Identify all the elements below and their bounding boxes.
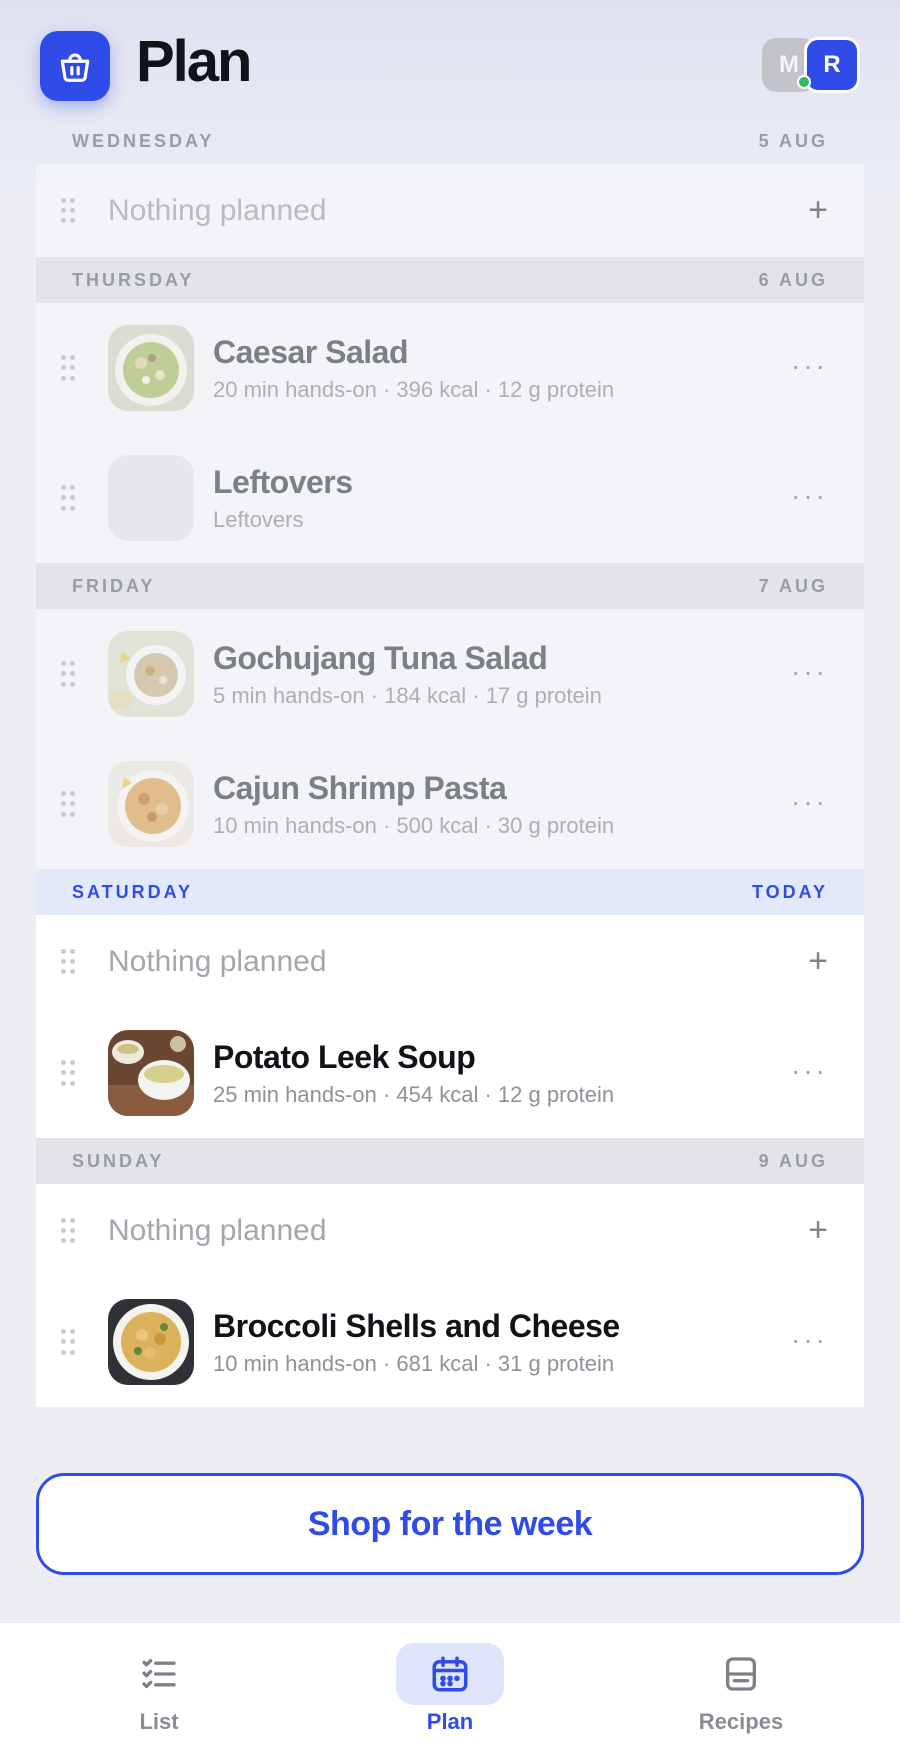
checklist-icon [142, 1659, 176, 1689]
nav-icon-wrap [396, 1643, 504, 1705]
meal-details: 5 min hands-on · 184 kcal · 17 g protein [213, 682, 602, 708]
day-header-friday: FRIDAY 7 AUG [36, 563, 864, 609]
day-name: WEDNESDAY [72, 130, 215, 151]
add-meal-icon[interactable]: + [808, 1211, 828, 1250]
day-body-wednesday: Nothing planned + [36, 164, 864, 257]
day-body-thursday: Caesar Salad 20 min hands-on · 396 kcal … [36, 303, 864, 563]
drag-handle-icon[interactable] [61, 485, 75, 511]
more-options-icon[interactable]: ··· [791, 1326, 828, 1354]
drag-handle-icon[interactable] [61, 1217, 75, 1244]
calendar-icon [432, 1656, 468, 1692]
nav-label-list: List [139, 1709, 179, 1734]
avatar-r[interactable]: R [804, 37, 860, 93]
day-date: 7 AUG [758, 575, 828, 596]
drag-handle-icon[interactable] [61, 1060, 75, 1086]
recipe-card-icon [726, 1657, 756, 1691]
day-header-wednesday: WEDNESDAY 5 AUG [36, 118, 864, 164]
meal-details: 10 min hands-on · 681 kcal · 31 g protei… [213, 1350, 615, 1376]
caesar-salad-image [108, 325, 194, 411]
bottom-navigation: List Plan Recipes [0, 1622, 900, 1743]
empty-slot-text: Nothing planned [108, 944, 327, 978]
meal-text: Leftovers Leftovers [213, 464, 353, 533]
shop-for-the-week-button[interactable]: Shop for the week [36, 1473, 864, 1575]
day-body-sunday: Nothing planned + Broccoli Shells and Ch… [36, 1184, 864, 1407]
day-header-sunday: SUNDAY 9 AUG [36, 1138, 864, 1184]
nav-label-plan: Plan [426, 1709, 474, 1734]
empty-slot[interactable]: Nothing planned + [36, 1184, 864, 1277]
nav-tab-plan[interactable]: Plan [375, 1643, 525, 1739]
day-date: 5 AUG [758, 130, 828, 151]
meal-row-cajun-shrimp-pasta[interactable]: Cajun Shrimp Pasta 10 min hands-on · 500… [36, 739, 864, 869]
drag-handle-icon[interactable] [61, 661, 75, 687]
nav-tab-recipes[interactable]: Recipes [666, 1643, 816, 1739]
header: Plan M R [0, 0, 900, 130]
meal-row-broccoli-shells-and-cheese[interactable]: Broccoli Shells and Cheese 10 min hands-… [36, 1277, 864, 1407]
drag-handle-icon[interactable] [61, 197, 75, 224]
nav-tab-list[interactable]: List [84, 1643, 234, 1739]
meal-text: Gochujang Tuna Salad 5 min hands-on · 18… [213, 640, 602, 709]
day-name: SUNDAY [72, 1150, 165, 1171]
meal-text: Potato Leek Soup 25 min hands-on · 454 k… [213, 1039, 614, 1108]
day-date: 9 AUG [758, 1150, 828, 1171]
meal-text: Caesar Salad 20 min hands-on · 396 kcal … [213, 334, 614, 403]
tuna-salad-image [108, 631, 194, 717]
more-options-icon[interactable]: ··· [791, 352, 828, 380]
meal-title: Caesar Salad [213, 333, 409, 370]
meal-title: Broccoli Shells and Cheese [213, 1307, 620, 1344]
potato-leek-soup-image [108, 1030, 194, 1116]
meal-row-caesar-salad[interactable]: Caesar Salad 20 min hands-on · 396 kcal … [36, 303, 864, 433]
day-name: SATURDAY [72, 881, 194, 902]
day-body-friday: Gochujang Tuna Salad 5 min hands-on · 18… [36, 609, 864, 869]
day-header-saturday: SATURDAY TODAY [36, 869, 864, 915]
drag-handle-icon[interactable] [61, 1329, 75, 1355]
page-title: Plan [136, 29, 252, 94]
meal-details: 20 min hands-on · 396 kcal · 12 g protei… [213, 376, 615, 402]
more-options-icon[interactable]: ··· [791, 1057, 828, 1085]
meal-details: 25 min hands-on · 454 kcal · 12 g protei… [213, 1081, 615, 1107]
more-options-icon[interactable]: ··· [791, 658, 828, 686]
empty-slot[interactable]: Nothing planned + [36, 915, 864, 1008]
placeholder-image [108, 455, 194, 541]
nav-label-recipes: Recipes [698, 1709, 784, 1734]
meal-text: Cajun Shrimp Pasta 10 min hands-on · 500… [213, 770, 614, 839]
more-options-icon[interactable]: ··· [791, 788, 828, 816]
nav-icon-wrap [105, 1643, 213, 1705]
day-body-saturday: Nothing planned + Potato Leek Soup 25 mi… [36, 915, 864, 1138]
add-meal-icon[interactable]: + [808, 191, 828, 230]
meal-details: 10 min hands-on · 500 kcal · 30 g protei… [213, 812, 615, 838]
day-date: 6 AUG [758, 269, 828, 290]
add-meal-icon[interactable]: + [808, 942, 828, 981]
meal-row-leftovers[interactable]: Leftovers Leftovers ··· [36, 433, 864, 563]
drag-handle-icon[interactable] [61, 355, 75, 381]
basket-logo-icon[interactable] [40, 31, 110, 101]
empty-slot-text: Nothing planned [108, 1213, 327, 1247]
meal-row-potato-leek-soup[interactable]: Potato Leek Soup 25 min hands-on · 454 k… [36, 1008, 864, 1138]
empty-slot-text: Nothing planned [108, 193, 327, 227]
day-date: TODAY [751, 881, 828, 902]
broccoli-shells-image [108, 1299, 194, 1385]
meal-title: Cajun Shrimp Pasta [213, 769, 507, 806]
day-header-thursday: THURSDAY 6 AUG [36, 257, 864, 303]
meal-row-gochujang-tuna-salad[interactable]: Gochujang Tuna Salad 5 min hands-on · 18… [36, 609, 864, 739]
more-options-icon[interactable]: ··· [791, 482, 828, 510]
shrimp-pasta-image [108, 761, 194, 847]
day-name: FRIDAY [72, 575, 156, 596]
nav-icon-wrap [687, 1643, 795, 1705]
meal-title: Gochujang Tuna Salad [213, 639, 548, 676]
drag-handle-icon[interactable] [61, 791, 75, 817]
meal-text: Broccoli Shells and Cheese 10 min hands-… [213, 1308, 620, 1377]
meal-plan-list: WEDNESDAY 5 AUG Nothing planned + THURSD… [36, 118, 864, 1407]
online-status-dot [797, 75, 811, 89]
drag-handle-icon[interactable] [61, 948, 75, 975]
meal-title: Leftovers [213, 463, 353, 500]
day-name: THURSDAY [72, 269, 195, 290]
meal-details: Leftovers [213, 506, 304, 532]
meal-title: Potato Leek Soup [213, 1038, 476, 1075]
empty-slot[interactable]: Nothing planned + [36, 164, 864, 257]
